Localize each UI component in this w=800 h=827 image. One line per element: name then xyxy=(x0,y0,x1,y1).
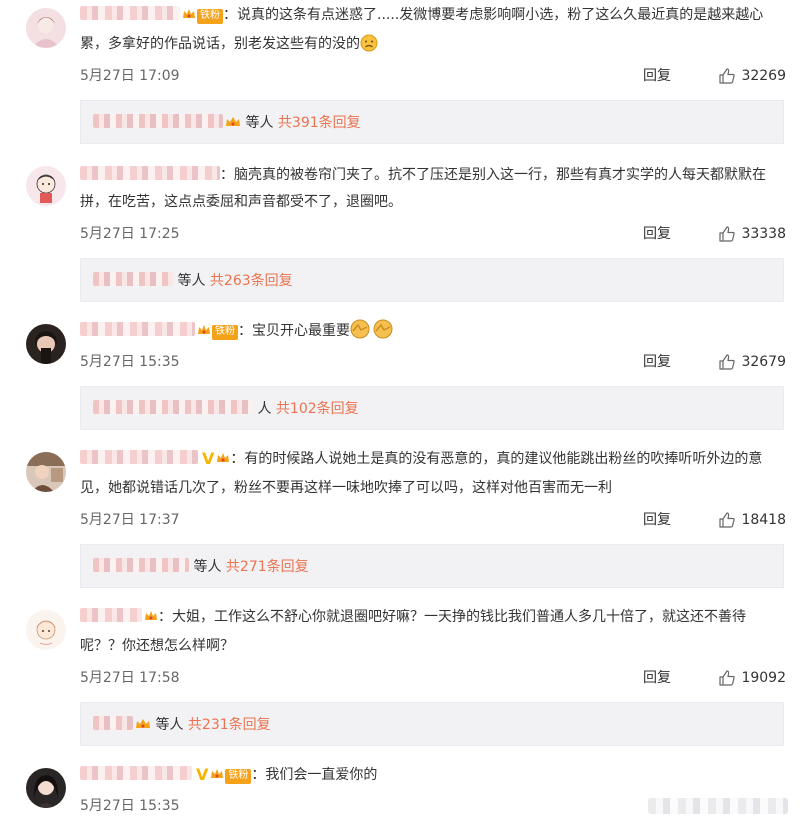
like-button[interactable]: 33338 xyxy=(718,224,786,244)
username-blurred[interactable] xyxy=(80,6,180,20)
reply-thread-preview[interactable]: 等人 共391条回复 xyxy=(80,100,784,144)
thumbs-up-icon xyxy=(718,353,736,371)
like-button[interactable]: 18418 xyxy=(718,510,786,530)
like-count: 32679 xyxy=(741,354,786,370)
comment-body: V 铁粉 ：我们会一直爱你的 xyxy=(80,761,786,791)
disappointed-emoji-icon xyxy=(360,34,378,62)
avatar[interactable] xyxy=(26,610,66,650)
reply-user-blurred xyxy=(93,716,133,730)
like-count: 32269 xyxy=(741,68,786,84)
comment-time: 5月27日 17:25 xyxy=(80,226,180,242)
avatar[interactable] xyxy=(26,452,66,492)
reply-prefix: 等人 xyxy=(193,559,222,575)
comment-body: ：脑壳真的被卷帘门夹了。抗不了压还是别入这一行，那些有真才实学的人每天都默默在拼… xyxy=(80,162,786,216)
reply-prefix: 等人 xyxy=(245,115,274,131)
username-blurred[interactable] xyxy=(80,450,198,464)
verified-v-icon: V xyxy=(196,765,209,784)
avatar[interactable] xyxy=(26,768,66,808)
avatar[interactable] xyxy=(26,166,66,206)
comment-body: 铁粉 ：宝贝开心最重要 xyxy=(80,318,786,349)
reply-count-link[interactable]: 共102条回复 xyxy=(276,401,359,417)
fan-badge: 铁粉 xyxy=(212,325,238,340)
comment-meta: 5月27日 17:25 回复 33338 xyxy=(80,224,786,244)
reply-count-link[interactable]: 共391条回复 xyxy=(278,115,361,131)
reply-user-blurred xyxy=(93,400,253,414)
comment-time: 5月27日 17:09 xyxy=(80,68,180,84)
like-count: 18418 xyxy=(741,512,786,528)
reply-button[interactable]: 回复 xyxy=(643,66,671,86)
comment-body: V ：有的时候路人说她土是真的没有恶意的，真的建议他能跳出粉丝的吹捧听听外边的意见… xyxy=(80,445,786,502)
thumbs-up-icon xyxy=(718,669,736,687)
comment-time: 5月27日 17:37 xyxy=(80,512,180,528)
comment-time: 5月27日 15:35 xyxy=(80,354,180,370)
reply-count-link[interactable]: 共271条回复 xyxy=(226,559,309,575)
like-count: 33338 xyxy=(741,226,786,242)
username-blurred[interactable] xyxy=(80,608,142,622)
crown-icon xyxy=(197,320,211,347)
thumbs-up-icon xyxy=(718,225,736,243)
reply-count-link[interactable]: 共263条回复 xyxy=(210,273,293,289)
comment-text: ：我们会一直爱你的 xyxy=(251,767,378,783)
reply-button[interactable]: 回复 xyxy=(643,510,671,530)
watermark-blurred xyxy=(648,798,788,814)
reply-button[interactable]: 回复 xyxy=(643,224,671,244)
reply-button[interactable]: 回复 xyxy=(643,352,671,372)
reply-user-blurred xyxy=(93,272,173,286)
reply-count-link[interactable]: 共231条回复 xyxy=(188,717,271,733)
reply-user-blurred xyxy=(93,558,189,572)
like-button[interactable]: 32679 xyxy=(718,352,786,372)
like-button[interactable]: 32269 xyxy=(718,66,786,86)
comment-body: 铁粉 ：说真的这条有点迷惑了.....发微博要考虑影响啊小选，粉了这么久最近真的是… xyxy=(80,2,786,62)
reply-user-blurred xyxy=(93,114,223,128)
reply-prefix: 等人 xyxy=(155,717,184,733)
thumbs-up-icon xyxy=(718,67,736,85)
comment-meta: 5月27日 15:35 回复 32679 xyxy=(80,352,786,372)
comment-meta: 5月27日 17:09 回复 32269 xyxy=(80,66,786,86)
like-count: 19092 xyxy=(741,670,786,686)
vip-icon xyxy=(225,115,241,134)
crown-icon xyxy=(216,448,230,475)
comment-meta: 5月27日 17:58 回复 19092 xyxy=(80,668,786,688)
reply-prefix: 等人 xyxy=(177,273,206,289)
reply-thread-preview[interactable]: 人 共102条回复 xyxy=(80,386,784,430)
fan-badge: 铁粉 xyxy=(225,769,252,784)
thumbs-up-icon xyxy=(718,511,736,529)
reply-thread-preview[interactable]: 等人 共271条回复 xyxy=(80,544,784,588)
username-blurred[interactable] xyxy=(80,766,192,780)
hug-emoji-icon xyxy=(350,319,394,349)
reply-prefix: 人 xyxy=(257,401,272,417)
comment-time: 5月27日 15:35 xyxy=(80,798,180,814)
avatar[interactable] xyxy=(26,324,66,364)
fan-badge: 铁粉 xyxy=(197,9,223,24)
reply-button[interactable]: 回复 xyxy=(643,668,671,688)
reply-thread-preview[interactable]: 等人 共231条回复 xyxy=(80,702,784,746)
comment-text: ：大姐，工作这么不舒心你就退圈吧好嘛？一天挣的钱比我们普通人多几十倍了，就这还不… xyxy=(80,609,746,654)
comment-meta: 5月27日 17:37 回复 18418 xyxy=(80,510,786,530)
crown-icon xyxy=(182,4,196,31)
like-button[interactable]: 19092 xyxy=(718,668,786,688)
username-blurred[interactable] xyxy=(80,166,220,180)
avatar[interactable] xyxy=(26,8,66,48)
comment-body: ：大姐，工作这么不舒心你就退圈吧好嘛？一天挣的钱比我们普通人多几十倍了，就这还不… xyxy=(80,604,786,660)
comment-feed: 铁粉 ：说真的这条有点迷惑了.....发微博要考虑影响啊小选，粉了这么久最近真的是… xyxy=(0,0,800,827)
crown-icon xyxy=(144,606,158,633)
comment-time: 5月27日 17:58 xyxy=(80,670,180,686)
reply-thread-preview[interactable]: 等人 共263条回复 xyxy=(80,258,784,302)
username-blurred[interactable] xyxy=(80,322,195,336)
verified-v-icon: V xyxy=(202,449,215,468)
vip-icon xyxy=(135,717,151,736)
crown-icon xyxy=(210,764,224,791)
comment-text: ：宝贝开心最重要 xyxy=(238,323,350,339)
